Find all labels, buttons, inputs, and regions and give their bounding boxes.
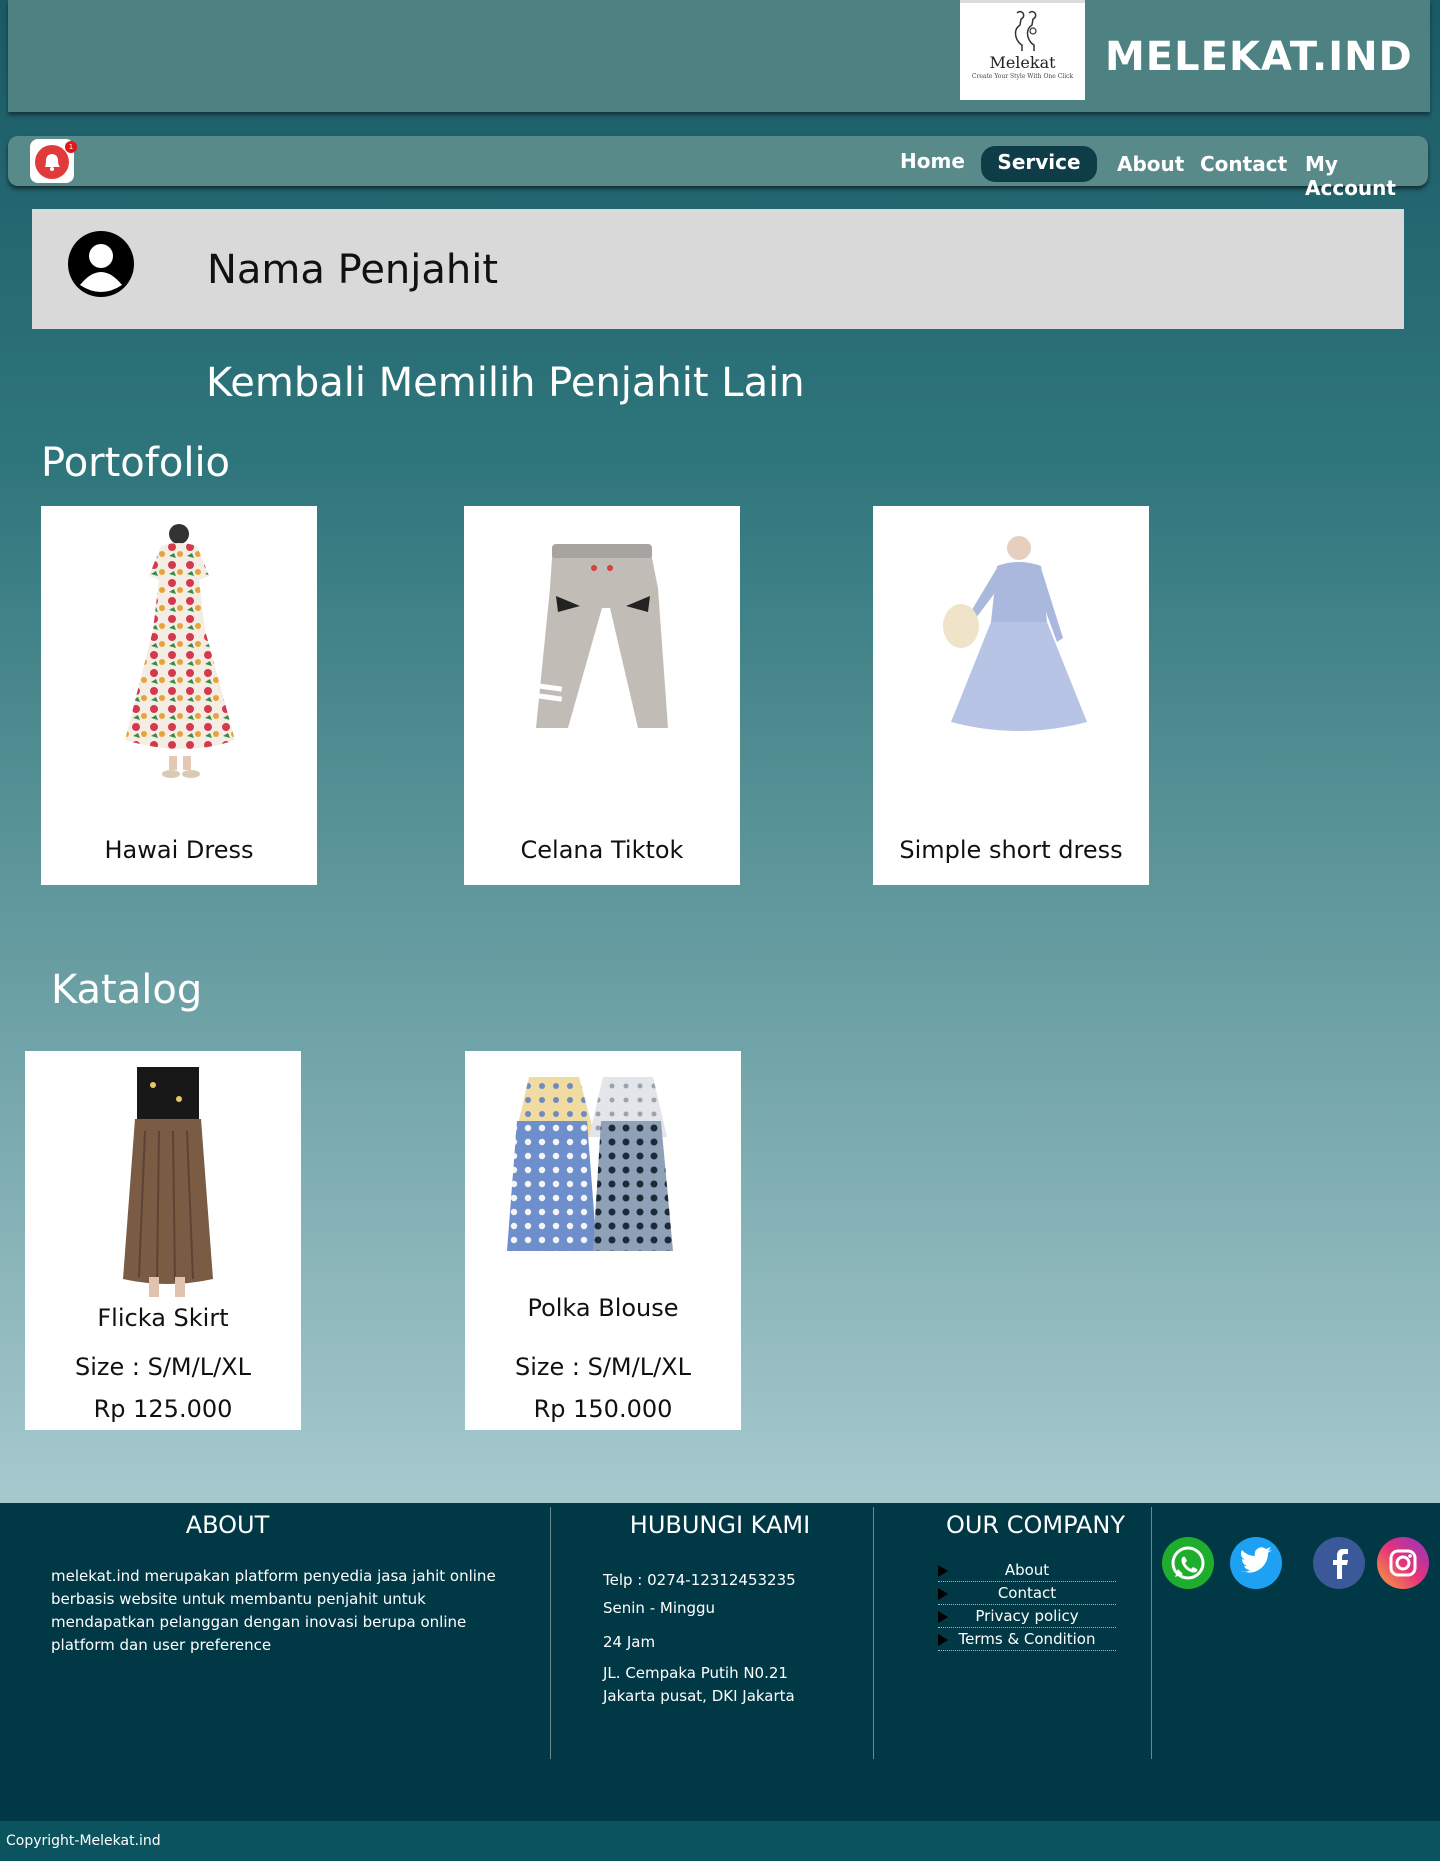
copyright-bar: Copyright-Melekat.ind [0,1821,1440,1861]
footer-company-links: About Contact Privacy policy Terms & Con… [938,1559,1116,1651]
footer-about-title: ABOUT [185,1511,270,1539]
footer-divider [550,1507,551,1759]
portfolio-card[interactable]: Hawai Dress [41,506,317,885]
back-to-tailor-list-link[interactable]: Kembali Memilih Penjahit Lain [206,360,805,406]
tailor-mannequin-icon [1014,10,1037,51]
portfolio-card[interactable]: Celana Tiktok [464,506,740,885]
footer-link-contact[interactable]: Contact [938,1582,1116,1605]
nav-about[interactable]: About [1117,152,1184,176]
footer-contact-info: Telp : 0274-12312453235 Senin - Minggu 2… [603,1566,796,1708]
footer: ABOUT melekat.ind merupakan platform pen… [0,1503,1440,1821]
footer-link-privacy[interactable]: Privacy policy [938,1605,1116,1628]
brand-title: MELEKAT.IND [1105,34,1413,80]
whatsapp-icon[interactable] [1162,1537,1214,1589]
notification-button[interactable]: 1 [30,139,77,183]
footer-company-title: OUR COMPANY [945,1511,1126,1539]
tailor-header: Nama Penjahit [32,209,1404,329]
portfolio-item-title: Hawai Dress [104,836,254,864]
nav-service[interactable]: Service [981,146,1097,182]
catalog-card[interactable]: Flicka Skirt Size : S/M/L/XL Rp 125.000 [25,1051,301,1430]
logo-name: Melekat [989,53,1056,72]
catalog-card[interactable]: Polka Blouse Size : S/M/L/XL Rp 150.000 [465,1051,741,1430]
instagram-icon[interactable] [1377,1537,1429,1589]
footer-link-label: Contact [997,1584,1057,1602]
nav-my-account[interactable]: My Account [1305,152,1428,200]
nav-bar: 1 Home Service About Contact My Account [8,136,1428,200]
triangle-right-icon [938,1634,948,1646]
logo-tagline: Create Your Style With One Click [971,73,1074,80]
footer-contact-title: HUBUNGI KAMI [629,1511,811,1539]
catalog-item-title: Flicka Skirt [97,1304,229,1332]
portfolio-item-title: Simple short dress [899,836,1123,864]
portfolio-card[interactable]: Simple short dress [873,506,1149,885]
triangle-right-icon [938,1611,948,1623]
contact-address-line2: Jakarta pusat, DKI Jakarta [603,1687,795,1705]
notification-badge: 1 [65,141,77,153]
triangle-right-icon [938,1588,948,1600]
portfolio-title: Portofolio [41,440,231,486]
footer-link-about[interactable]: About [938,1559,1116,1582]
facebook-icon[interactable] [1313,1537,1365,1589]
copyright-text: Copyright-Melekat.ind [6,1833,161,1849]
contact-phone: Telp : 0274-12312453235 [603,1571,796,1589]
catalog-item-title: Polka Blouse [527,1294,679,1322]
footer-divider [873,1507,874,1759]
contact-address-line1: JL. Cempaka Putih N0.21 [603,1664,788,1682]
pants-image [523,544,668,728]
nav-contact[interactable]: Contact [1200,152,1287,176]
catalog-item-price: Rp 125.000 [93,1395,233,1423]
catalog-item-size: Size : S/M/L/XL [75,1353,251,1381]
contact-hours: 24 Jam [603,1633,656,1651]
site-logo[interactable]: Melekat Create Your Style With One Click [960,0,1085,100]
katalog-title: Katalog [51,967,203,1013]
footer-link-terms[interactable]: Terms & Condition [938,1628,1116,1651]
short-dress-image [943,536,1087,731]
catalog-item-price: Rp 150.000 [533,1395,673,1423]
user-avatar-icon [68,231,134,297]
dress-image [125,524,235,778]
footer-link-label: Terms & Condition [958,1630,1096,1648]
catalog-item-size: Size : S/M/L/XL [515,1353,691,1381]
triangle-right-icon [938,1565,948,1577]
contact-days: Senin - Minggu [603,1599,716,1617]
nav-home[interactable]: Home [900,149,965,173]
footer-about-text: melekat.ind merupakan platform penyedia … [51,1567,496,1654]
tailor-name: Nama Penjahit [207,247,499,293]
footer-link-label: About [1004,1561,1050,1579]
bell-icon [35,145,69,179]
footer-link-label: Privacy policy [975,1607,1079,1625]
twitter-icon[interactable] [1230,1537,1282,1589]
portfolio-item-title: Celana Tiktok [520,836,684,864]
footer-divider [1151,1507,1152,1759]
top-header: Melekat Create Your Style With One Click… [8,0,1430,112]
